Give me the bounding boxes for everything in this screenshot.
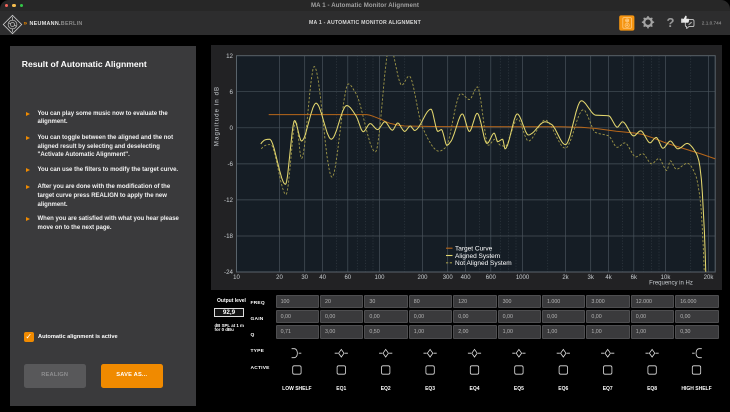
svg-text:EQ3: EQ3 — [425, 386, 435, 392]
svg-text:3k: 3k — [588, 275, 595, 281]
svg-text:10: 10 — [233, 275, 240, 281]
svg-text:Aligned System: Aligned System — [455, 253, 500, 260]
svg-text:100: 100 — [374, 275, 385, 281]
svg-text:EQ2: EQ2 — [381, 386, 391, 392]
svg-text:?: ? — [667, 15, 675, 30]
svg-text:20k: 20k — [704, 275, 715, 281]
svg-text:12: 12 — [226, 53, 233, 60]
svg-text:-6: -6 — [227, 161, 233, 168]
svg-text:1000: 1000 — [516, 275, 530, 281]
svg-text:2.1.0.744: 2.1.0.744 — [702, 21, 722, 26]
svg-text:400: 400 — [461, 275, 472, 281]
svg-text:-24: -24 — [224, 269, 234, 276]
svg-text:LOW SHELF: LOW SHELF — [282, 386, 311, 392]
svg-text:2k: 2k — [562, 275, 569, 281]
svg-text:60: 60 — [344, 275, 351, 281]
svg-text:EQ5: EQ5 — [514, 386, 524, 392]
svg-text:EQ6: EQ6 — [558, 386, 568, 392]
svg-text:40: 40 — [319, 275, 326, 281]
svg-text:EQ4: EQ4 — [469, 386, 479, 392]
svg-text:Magnitude in dB: Magnitude in dB — [214, 86, 221, 146]
svg-text:6: 6 — [230, 89, 234, 96]
svg-text:-18: -18 — [224, 233, 234, 240]
svg-text:-12: -12 — [224, 197, 234, 204]
svg-text:300: 300 — [443, 275, 454, 281]
svg-text:6k: 6k — [631, 275, 638, 281]
svg-text:HIGH SHELF: HIGH SHELF — [681, 386, 711, 392]
svg-text:600: 600 — [486, 275, 497, 281]
svg-text:EQ7: EQ7 — [603, 386, 613, 392]
svg-text:Not Aligned System: Not Aligned System — [455, 260, 512, 267]
svg-text:EQ1: EQ1 — [336, 386, 346, 392]
svg-text:20: 20 — [276, 275, 283, 281]
svg-text:Frequency in Hz: Frequency in Hz — [649, 280, 693, 286]
svg-text:200: 200 — [417, 275, 428, 281]
svg-text:Target Curve: Target Curve — [455, 246, 493, 253]
svg-text:4k: 4k — [605, 275, 612, 281]
svg-text:EQ8: EQ8 — [647, 386, 657, 392]
svg-text:30: 30 — [301, 275, 308, 281]
svg-text:0: 0 — [230, 125, 234, 132]
